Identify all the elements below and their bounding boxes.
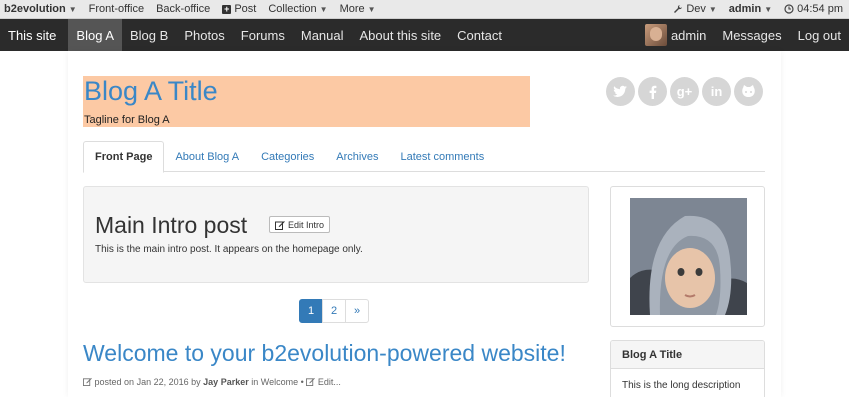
blog-info-widget: Blog A Title This is the long descriptio… [610,340,765,397]
post-link[interactable]: + Post [216,0,262,19]
author-avatar-panel [610,186,765,327]
post-by: by [191,377,201,387]
nav-about-this-site[interactable]: About this site [352,19,450,51]
post-separator: • [300,377,304,387]
next-page-button[interactable]: » [345,299,369,323]
post-title[interactable]: Welcome to your b2evolution-powered webs… [83,340,566,367]
nav-user[interactable]: admin [637,19,714,51]
tab-archives[interactable]: Archives [325,141,389,172]
dev-menu[interactable]: Dev ▼ [667,0,722,19]
edit-intro-label: Edit Intro [288,219,325,230]
widget-body: This is the long description [622,380,741,391]
time-label: 04:54 pm [797,3,843,15]
linkedin-glyph: in [710,84,723,99]
post-date: Jan 22, 2016 [136,377,189,387]
user-avatar [644,24,667,46]
nav-messages[interactable]: Messages [714,19,789,51]
tab-categories[interactable]: Categories [250,141,325,172]
page-2-button[interactable]: 2 [322,299,346,323]
post-meta: posted on Jan 22, 2016 by Jay Parker in … [83,377,341,387]
post-author[interactable]: Jay Parker [203,377,249,387]
caret-down-icon: ▼ [319,4,328,14]
linkedin-icon[interactable]: in [702,77,731,106]
permalink-icon[interactable] [83,377,92,386]
nav-forums[interactable]: Forums [233,19,293,51]
edit-icon [275,220,285,230]
gplus-glyph: g+ [676,84,693,99]
more-menu[interactable]: More ▼ [334,0,382,19]
front-office-link[interactable]: Front-office [83,0,150,19]
github-icon[interactable] [734,77,763,106]
user-menu[interactable]: admin ▼ [723,0,778,19]
tab-latest-comments[interactable]: Latest comments [389,141,495,172]
more-label: More [339,3,365,15]
google-plus-icon[interactable]: g+ [670,77,699,106]
caret-down-icon: ▼ [764,4,773,14]
brand-label: b2evolution [4,3,66,15]
clock: 04:54 pm [778,0,849,19]
social-links: g+ in [606,77,763,106]
admin-toolbar: b2evolution ▼ Front-office Back-office + P… [0,0,849,19]
dev-label: Dev [686,3,706,15]
caret-down-icon: ▼ [367,4,376,14]
pagination: 1 2 » [299,299,369,323]
intro-panel: Main Intro post Edit Intro This is the m… [83,186,589,283]
post-edit-link[interactable]: Edit... [318,377,341,387]
nav-this-site[interactable]: This site [0,19,68,51]
collection-menu[interactable]: Collection ▼ [262,0,333,19]
facebook-icon[interactable] [638,77,667,106]
nav-logout[interactable]: Log out [790,19,849,51]
author-photo[interactable] [630,198,747,315]
collection-label: Collection [268,3,317,15]
widget-title: Blog A Title [611,341,764,369]
blog-tagline: Tagline for Blog A [84,114,170,126]
clock-icon [784,4,794,14]
post-category[interactable]: Welcome [261,377,298,387]
edit-icon [306,377,316,386]
nav-user-label: admin [670,27,707,43]
nav-blog-a[interactable]: Blog A [68,19,122,51]
intro-title[interactable]: Main Intro post [95,212,247,239]
tab-front-page[interactable]: Front Page [83,141,165,173]
main-navigation: This site Blog A Blog B Photos Forums Ma… [0,19,849,51]
tab-about-blog-a[interactable]: About Blog A [164,141,250,172]
back-office-link[interactable]: Back-office [150,0,216,19]
nav-manual[interactable]: Manual [293,19,352,51]
caret-down-icon: ▼ [708,4,717,14]
user-label: admin [728,3,762,15]
nav-blog-b[interactable]: Blog B [122,19,176,51]
edit-intro-button[interactable]: Edit Intro [269,216,331,233]
blog-title[interactable]: Blog A Title [84,76,218,107]
intro-body: This is the main intro post. It appears … [95,244,363,255]
post-label: Post [234,3,257,15]
blog-tabs: Front Page About Blog A Categories Archi… [83,141,765,173]
post-meta-prefix: posted on [94,377,135,387]
brand-menu[interactable]: b2evolution ▼ [0,0,83,19]
caret-down-icon: ▼ [68,4,77,14]
nav-photos[interactable]: Photos [176,19,232,51]
twitter-icon[interactable] [606,77,635,106]
nav-contact[interactable]: Contact [449,19,510,51]
plus-icon: + [222,3,232,14]
post-in: in [251,377,259,387]
wrench-icon [674,5,683,13]
page-1-button[interactable]: 1 [299,299,323,323]
